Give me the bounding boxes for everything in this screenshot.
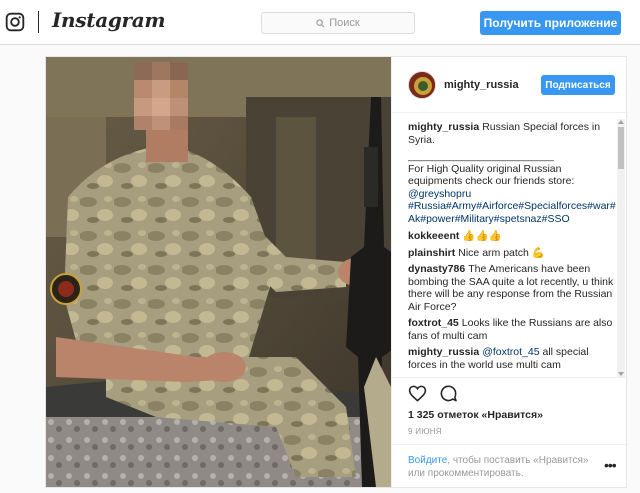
ellipsis-icon[interactable]: ••• — [604, 457, 617, 473]
search-placeholder: Поиск — [329, 17, 360, 29]
pixelated-face — [134, 62, 188, 130]
avatar-emblem — [409, 72, 435, 98]
caption-hashtags[interactable]: #Russia#Army#Airforce#Specialforces#war#… — [408, 200, 616, 225]
post-date[interactable]: 9 ИЮНЯ — [408, 427, 442, 436]
post-photo[interactable] — [46, 57, 391, 487]
post-photo-image — [46, 57, 391, 487]
comment-username[interactable]: kokkeeent — [408, 230, 459, 242]
comment-bubble-icon[interactable] — [439, 384, 458, 403]
avatar[interactable] — [408, 71, 436, 99]
post-sidebar: mighty_russia Подписаться mighty_russia R… — [391, 57, 628, 487]
comment-username[interactable]: dynasty786 — [408, 263, 465, 275]
comments-list: mighty_russia Russian Special forces in S… — [408, 121, 616, 376]
post-caption: mighty_russia Russian Special forces in S… — [408, 121, 616, 225]
login-link[interactable]: Войдите — [408, 455, 447, 466]
login-prompt: Войдите, чтобы поставить «Нравится» или … — [392, 444, 628, 488]
heart-icon[interactable] — [408, 384, 427, 403]
instagram-camera-icon[interactable] — [5, 12, 25, 32]
logo-divider — [38, 11, 39, 33]
post-header: mighty_russia Подписаться — [392, 57, 628, 113]
scrollbar-thumb[interactable] — [618, 127, 624, 169]
search-input[interactable]: Поиск — [261, 12, 415, 34]
comment-item: dynasty786 The Americans have been bombin… — [408, 263, 616, 313]
caption-body: For High Quality original Russian equipm… — [408, 162, 575, 188]
comment-item: kokkeeent 👍👍👍 — [408, 230, 616, 243]
caption-mention-link[interactable]: @greyshopru — [408, 188, 616, 201]
comment-username[interactable]: mighty_russia — [408, 346, 479, 358]
comments-scrollbar[interactable] — [617, 119, 625, 377]
comment-mention-link[interactable]: @foxtrot_45 — [482, 346, 539, 358]
scroll-up-icon[interactable] — [618, 119, 624, 125]
get-app-button[interactable]: Получить приложение — [480, 11, 621, 35]
comment-item: foxtrot_45 Looks like the Russians are al… — [408, 317, 616, 342]
login-prompt-text: Войдите, чтобы поставить «Нравится» или … — [408, 454, 593, 480]
comment-text: Nice arm patch 💪 — [458, 246, 545, 259]
comment-item: plainshirt Nice arm patch 💪 — [408, 247, 616, 260]
follow-button[interactable]: Подписаться — [541, 75, 615, 95]
post-footer: 1 325 отметок «Нравится» 9 ИЮНЯ Войдите,… — [392, 377, 628, 487]
comment-username[interactable]: plainshirt — [408, 247, 455, 259]
likes-count[interactable]: 1 325 отметок «Нравится» — [408, 409, 543, 421]
post-actions — [408, 384, 458, 404]
comment-item: mighty_russia @foxtrot_45 all special for… — [408, 346, 616, 371]
caption-username[interactable]: mighty_russia — [408, 121, 479, 133]
comment-username[interactable]: foxtrot_45 — [408, 317, 459, 329]
comment-text: 👍👍👍 — [462, 230, 502, 242]
instagram-wordmark[interactable]: Instagram — [52, 8, 166, 32]
post-card: mighty_russia Подписаться mighty_russia R… — [45, 56, 628, 488]
post-author-username[interactable]: mighty_russia — [444, 79, 519, 91]
top-navigation: Instagram Поиск Получить приложение — [0, 0, 640, 45]
magnifier-icon — [316, 18, 325, 27]
caption-separator: _________________________ — [408, 150, 554, 162]
